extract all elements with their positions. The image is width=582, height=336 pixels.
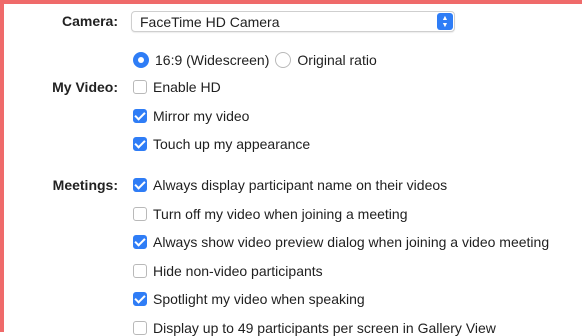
- checkbox-touch-up[interactable]: Touch up my appearance: [133, 136, 310, 152]
- radio-widescreen[interactable]: [133, 52, 149, 68]
- camera-select-value: FaceTime HD Camera: [140, 13, 280, 30]
- checkbox-spotlight[interactable]: Spotlight my video when speaking: [133, 291, 365, 307]
- checkbox-label: Enable HD: [153, 79, 221, 95]
- checkbox-enable-hd[interactable]: Enable HD: [133, 79, 221, 95]
- checkbox-label: Always display participant name on their…: [153, 177, 448, 193]
- radio-original-ratio[interactable]: [275, 52, 292, 68]
- ratio-radio-group: 16:9 (Widescreen) Original ratio: [133, 52, 377, 68]
- checkbox[interactable]: [133, 137, 147, 151]
- checkbox[interactable]: [133, 292, 147, 306]
- checkbox-label: Always show video preview dialog when jo…: [153, 234, 550, 250]
- checkbox-label: Hide non-video participants: [153, 263, 323, 279]
- checkbox[interactable]: [133, 235, 147, 249]
- checkbox-display-names[interactable]: Always display participant name on their…: [133, 177, 447, 193]
- checkbox[interactable]: [133, 321, 147, 335]
- camera-select[interactable]: FaceTime HD Camera ▲ ▼: [131, 11, 455, 32]
- checkbox-hide-non-video[interactable]: Hide non-video participants: [133, 263, 323, 279]
- checkbox-label: Display up to 49 participants per screen…: [153, 320, 496, 336]
- checkbox-label: Touch up my appearance: [153, 136, 311, 152]
- checkbox-mirror-video[interactable]: Mirror my video: [133, 108, 249, 124]
- checkbox-label: Turn off my video when joining a meeting: [153, 206, 408, 222]
- checkbox[interactable]: [133, 178, 147, 192]
- checkbox-turn-off-video[interactable]: Turn off my video when joining a meeting: [133, 206, 407, 222]
- checkbox[interactable]: [133, 207, 147, 221]
- my-video-label: My Video:: [52, 79, 118, 95]
- checkbox[interactable]: [133, 109, 147, 123]
- select-arrows-icon: ▲ ▼: [437, 13, 453, 30]
- camera-label: Camera:: [61, 13, 118, 29]
- checkbox-video-preview[interactable]: Always show video preview dialog when jo…: [133, 234, 549, 250]
- checkbox-label: Spotlight my video when speaking: [153, 291, 365, 307]
- checkbox[interactable]: [133, 264, 147, 278]
- window-frame: [0, 0, 582, 332]
- radio-original-ratio-label[interactable]: Original ratio: [297, 52, 376, 68]
- meetings-label: Meetings:: [52, 177, 118, 193]
- checkbox[interactable]: [133, 80, 147, 94]
- radio-widescreen-label[interactable]: 16:9 (Widescreen): [155, 52, 269, 68]
- checkbox-gallery-49[interactable]: Display up to 49 participants per screen…: [133, 320, 496, 336]
- checkbox-label: Mirror my video: [153, 108, 250, 124]
